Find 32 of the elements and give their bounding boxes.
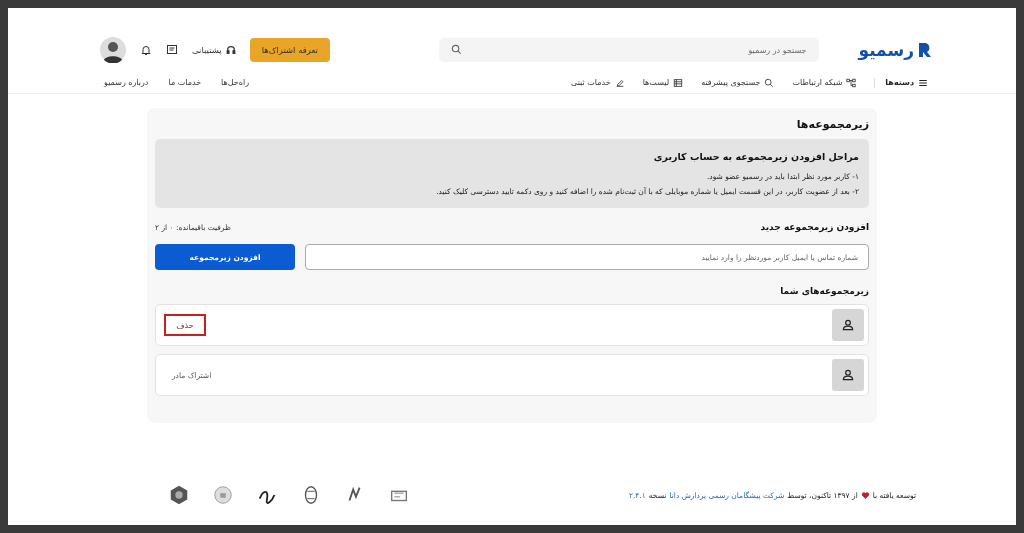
message-icon[interactable] [166,44,178,56]
bell-icon[interactable] [140,44,152,56]
logo-text: رسمیو [858,40,914,60]
section-title: زیرمجموعه‌های شما [779,286,869,296]
support-link[interactable]: پشتیبانی [192,45,222,55]
logo-icon [918,42,932,58]
delete-button[interactable]: حذف [164,314,206,336]
info-title: مراحل افزودن زیرمجموعه به حساب کاربری [652,151,859,162]
search-field[interactable]: جستجو در رسمیو [438,38,819,62]
search-icon [764,77,775,88]
user-icon [841,368,855,382]
list-icon [673,77,684,88]
nav-link[interactable]: راه‌حل‌ها [221,78,250,87]
section-title: افزودن زیرمجموعه جدید [760,222,869,232]
nav-link[interactable]: شبکه ارتباطات [792,77,857,88]
user-icon [841,318,855,332]
headset-icon [225,45,236,55]
network-icon [846,77,857,88]
nav-link[interactable]: خدمات ثبتی [571,77,625,88]
avatar[interactable] [100,37,126,63]
nav-link[interactable]: لیست‌ها [642,77,684,88]
heart-icon [860,490,870,500]
nav-link[interactable]: خدمات ما [168,78,202,87]
categories-menu[interactable]: دسته‌ها [874,77,928,88]
menu-icon [918,77,928,88]
nav-link[interactable]: جستجوی پیشرفته [701,77,775,88]
search-icon[interactable] [450,44,462,55]
pricing-button[interactable]: تعرفه اشتراک‌ها [249,38,330,62]
page-title: زیرمجموعه‌ها [795,118,869,131]
logo[interactable]: رسمیو [858,40,932,60]
nav-link[interactable]: درباره رسمیو [104,78,149,87]
pen-icon [614,77,625,88]
